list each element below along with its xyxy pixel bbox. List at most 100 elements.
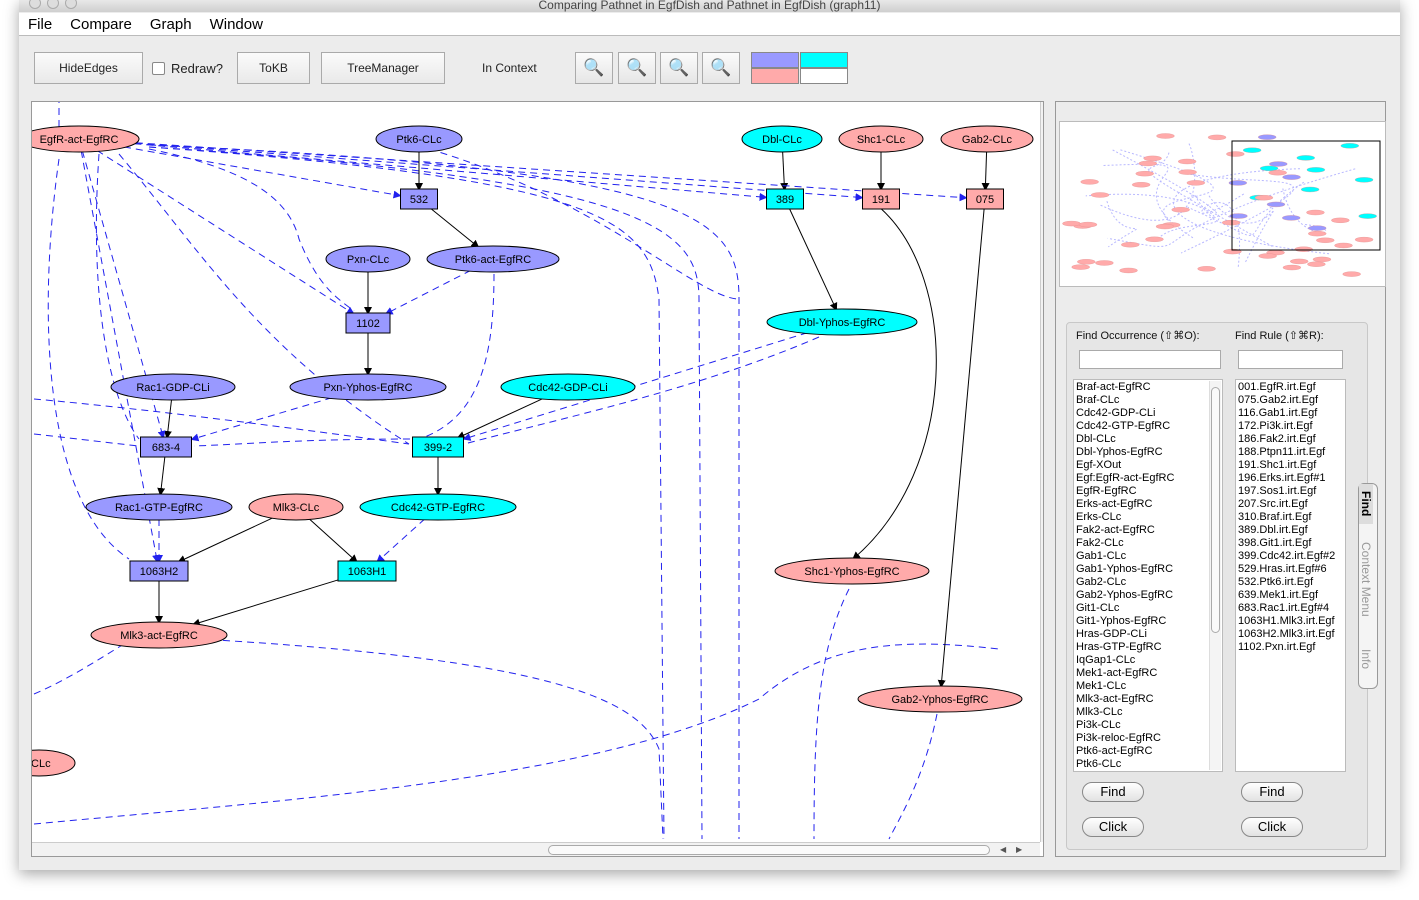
rule-item[interactable]: 172.Pi3k.irt.Egf bbox=[1238, 420, 1343, 433]
graph-node-dblyp[interactable]: Dbl-Yphos-EgfRC bbox=[766, 308, 918, 336]
graph-node-cdc42gtp[interactable]: Cdc42-GTP-EgfRC bbox=[359, 493, 517, 521]
graph-node-r191[interactable]: 191 bbox=[862, 188, 900, 210]
graph-node-pxnyp[interactable]: Pxn-Yphos-EgfRC bbox=[289, 373, 447, 401]
rule-item[interactable]: 1102.Pxn.irt.Egf bbox=[1238, 641, 1343, 654]
occurrence-item[interactable]: Git1-CLc bbox=[1076, 602, 1220, 615]
menu-file[interactable]: File bbox=[19, 13, 61, 33]
find-occurrence-input[interactable] bbox=[1079, 350, 1221, 369]
zoom-in-icon[interactable]: 🔍 bbox=[575, 52, 613, 84]
menu-compare[interactable]: Compare bbox=[61, 13, 141, 33]
find-rule-input[interactable] bbox=[1238, 350, 1343, 369]
rule-item[interactable]: 188.Ptpn11.irt.Egf bbox=[1238, 446, 1343, 459]
graph-node-cdc42gdp[interactable]: Cdc42-GDP-CLi bbox=[500, 373, 636, 401]
click-occurrence-button[interactable]: Click bbox=[1082, 817, 1144, 837]
occurrence-item[interactable]: Pi3k-CLc bbox=[1076, 719, 1220, 732]
rule-item[interactable]: 398.Git1.irt.Egf bbox=[1238, 537, 1343, 550]
scroll-left-icon[interactable]: ◀ bbox=[1000, 845, 1006, 854]
menu-graph[interactable]: Graph bbox=[141, 13, 201, 33]
find-occurrence-button[interactable]: Find bbox=[1082, 782, 1144, 802]
rule-item[interactable]: 529.Hras.irt.Egf#6 bbox=[1238, 563, 1343, 576]
rule-item[interactable]: 197.Sos1.irt.Egf bbox=[1238, 485, 1343, 498]
rule-item[interactable]: 116.Gab1.irt.Egf bbox=[1238, 407, 1343, 420]
graph-canvas[interactable]: EgfR-act-EgfRC Ptk6-CLc Dbl-CLc Shc1-CLc Gab… bbox=[31, 101, 1044, 857]
occurrence-list[interactable]: Braf-act-EgfRC Braf-CLc Cdc42-GDP-CLi Cdc42… bbox=[1073, 379, 1223, 772]
rule-item[interactable]: 191.Shc1.irt.Egf bbox=[1238, 459, 1343, 472]
occurrence-item[interactable]: IqGap1-CLc bbox=[1076, 654, 1220, 667]
graph-node-r075[interactable]: 075 bbox=[966, 188, 1004, 210]
occurrence-item[interactable]: Cdc42-GTP-EgfRC bbox=[1076, 420, 1220, 433]
horizontal-scrollbar[interactable]: ◀ ▶ bbox=[32, 842, 1040, 856]
graph-node-ptk6act[interactable]: Ptk6-act-EgfRC bbox=[426, 245, 560, 273]
overview-map[interactable] bbox=[1060, 122, 1385, 286]
occurrence-item[interactable]: Hras-GDP-CLi bbox=[1076, 628, 1220, 641]
tab-find[interactable]: Find bbox=[1359, 484, 1373, 524]
occurrence-item[interactable]: Mek1-CLc bbox=[1076, 680, 1220, 693]
graph-overview[interactable] bbox=[1059, 121, 1386, 287]
occurrence-item[interactable]: Egf:EgfR-act-EgfRC bbox=[1076, 472, 1220, 485]
legend-swatch-pink[interactable] bbox=[751, 68, 799, 84]
scroll-right-icon[interactable]: ▶ bbox=[1016, 845, 1022, 854]
graph-node-r683[interactable]: 683-4 bbox=[140, 436, 192, 458]
rule-list[interactable]: 001.EgfR.irt.Egf 075.Gab2.irt.Egf 116.Gab1… bbox=[1235, 379, 1346, 772]
rule-item[interactable]: 1063H1.Mlk3.irt.Egf bbox=[1238, 615, 1343, 628]
graph-node-pxnclc[interactable]: Pxn-CLc bbox=[325, 245, 411, 273]
occurrence-item[interactable]: Pi3k-reloc-EgfRC bbox=[1076, 732, 1220, 745]
graph-node-dblclc[interactable]: Dbl-CLc bbox=[741, 125, 823, 153]
tokb-button[interactable]: ToKB bbox=[237, 52, 310, 84]
graph-node-r399[interactable]: 399-2 bbox=[412, 436, 464, 458]
occurrence-item[interactable]: Dbl-CLc bbox=[1076, 433, 1220, 446]
graph-node-r532[interactable]: 532 bbox=[400, 188, 438, 210]
rule-item[interactable]: 399.Cdc42.irt.Egf#2 bbox=[1238, 550, 1343, 563]
rule-item[interactable]: 1063H2.Mlk3.irt.Egf bbox=[1238, 628, 1343, 641]
graph-node-gab2clc[interactable]: Gab2-CLc bbox=[940, 125, 1034, 153]
zoom-out-icon[interactable]: 🔍 bbox=[618, 52, 656, 84]
occurrence-item[interactable]: Hras-GTP-EgfRC bbox=[1076, 641, 1220, 654]
occurrence-item[interactable]: Fak2-act-EgfRC bbox=[1076, 524, 1220, 537]
graph-view[interactable]: EgfR-act-EgfRC Ptk6-CLc Dbl-CLc Shc1-CLc Gab… bbox=[32, 102, 1040, 842]
occurrence-item[interactable]: Egf-XOut bbox=[1076, 459, 1220, 472]
occurrence-item[interactable]: Mlk3-CLc bbox=[1076, 706, 1220, 719]
zoom-actual-icon[interactable]: 🔍 bbox=[702, 52, 740, 84]
occurrence-item[interactable]: Erks-CLc bbox=[1076, 511, 1220, 524]
occurrence-item[interactable]: Gab2-CLc bbox=[1076, 576, 1220, 589]
graph-node-mlk3clc[interactable]: Mlk3-CLc bbox=[248, 493, 344, 521]
graph-node-mlk3act[interactable]: Mlk3-act-EgfRC bbox=[90, 621, 228, 649]
graph-node-gab2yp[interactable]: Gab2-Yphos-EgfRC bbox=[857, 685, 1023, 713]
legend-swatch-white[interactable] bbox=[800, 68, 848, 84]
graph-node-shc1yp[interactable]: Shc1-Yphos-EgfRC bbox=[774, 557, 930, 585]
rule-item[interactable]: 683.Rac1.irt.Egf#4 bbox=[1238, 602, 1343, 615]
occurrence-item[interactable]: Mek1-act-EgfRC bbox=[1076, 667, 1220, 680]
occurrence-item[interactable]: Gab1-Yphos-EgfRC bbox=[1076, 563, 1220, 576]
graph-node-r1063h2[interactable]: 1063H2 bbox=[129, 560, 189, 582]
occurrence-item[interactable]: Mlk3-act-EgfRC bbox=[1076, 693, 1220, 706]
tree-manager-button[interactable]: TreeManager bbox=[321, 52, 445, 84]
close-window-button[interactable] bbox=[29, 0, 41, 9]
graph-node-rac1gdp[interactable]: Rac1-GDP-CLi bbox=[110, 373, 236, 401]
occurrence-item[interactable]: Ptk6-CLc bbox=[1076, 758, 1220, 771]
occurrence-item[interactable]: Gab1-CLc bbox=[1076, 550, 1220, 563]
rule-item[interactable]: 075.Gab2.irt.Egf bbox=[1238, 394, 1343, 407]
tab-context-menu[interactable]: Context Menu bbox=[1359, 524, 1373, 634]
occurrence-list-scrollbar[interactable] bbox=[1209, 381, 1221, 770]
click-rule-button[interactable]: Click bbox=[1241, 817, 1303, 837]
hide-edges-button[interactable]: HideEdges bbox=[34, 52, 143, 84]
occurrence-item[interactable]: Fak2-CLc bbox=[1076, 537, 1220, 550]
graph-node-ptk6clc[interactable]: Ptk6-CLc bbox=[375, 125, 463, 153]
find-rule-button[interactable]: Find bbox=[1241, 782, 1303, 802]
occurrence-scroll-thumb[interactable] bbox=[1211, 387, 1220, 633]
occurrence-item[interactable]: Braf-act-EgfRC bbox=[1076, 381, 1220, 394]
occurrence-item[interactable]: Erks-act-EgfRC bbox=[1076, 498, 1220, 511]
rule-item[interactable]: 186.Fak2.irt.Egf bbox=[1238, 433, 1343, 446]
rule-item[interactable]: 001.EgfR.irt.Egf bbox=[1238, 381, 1343, 394]
rule-item[interactable]: 532.Ptk6.irt.Egf bbox=[1238, 576, 1343, 589]
graph-node-rac1gtp[interactable]: Rac1-GTP-EgfRC bbox=[85, 493, 233, 521]
horizontal-scroll-thumb[interactable] bbox=[548, 845, 990, 855]
legend-swatch-cyan[interactable] bbox=[800, 52, 848, 68]
occurrence-item[interactable]: Braf-CLc bbox=[1076, 394, 1220, 407]
window-controls[interactable] bbox=[29, 0, 83, 10]
legend-swatch-blue[interactable] bbox=[751, 52, 799, 68]
vertical-scroll-thumb[interactable] bbox=[1043, 184, 1044, 676]
tab-info[interactable]: Info bbox=[1359, 634, 1373, 684]
rule-item[interactable]: 207.Src.irt.Egf bbox=[1238, 498, 1343, 511]
rule-item[interactable]: 310.Braf.irt.Egf bbox=[1238, 511, 1343, 524]
